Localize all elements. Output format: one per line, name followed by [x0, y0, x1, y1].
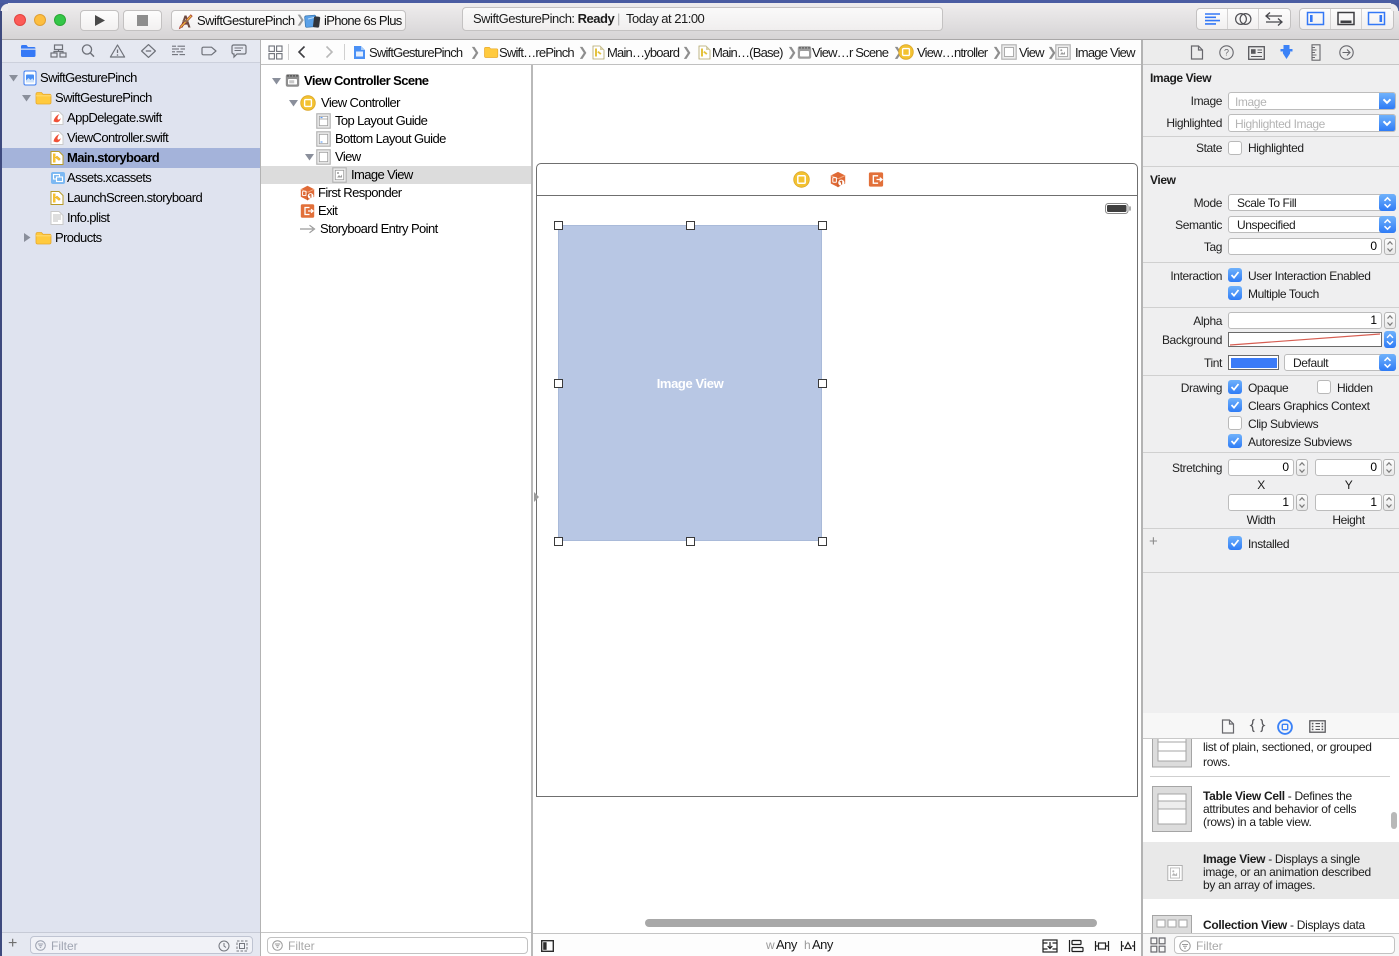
svg-text:?: ?	[1224, 48, 1229, 58]
